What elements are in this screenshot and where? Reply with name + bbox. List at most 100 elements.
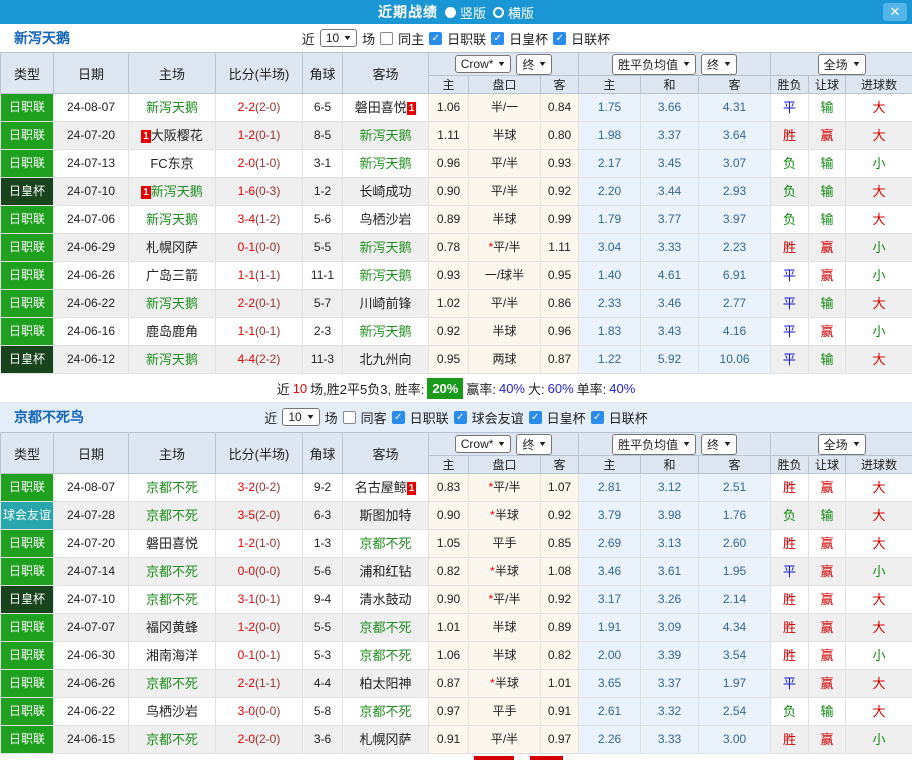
same-venue-checkbox[interactable] xyxy=(380,32,393,45)
avg-home-odds: 2.00 xyxy=(579,642,641,670)
radio-vertical-layout[interactable]: 竖版 xyxy=(445,3,486,22)
away-team: 京都不死 xyxy=(343,614,429,642)
handicap-line-label: 平/半 xyxy=(493,592,520,606)
corners-score: 1-3 xyxy=(303,530,343,558)
home-team-label: 鹿岛鹿角 xyxy=(146,324,198,339)
match-row: 日职联24-06-16鹿岛鹿角1-1(0-1)2-3新泻天鹅0.92半球0.96… xyxy=(1,318,912,346)
score: 3-2(0-2) xyxy=(216,474,303,502)
radio-selected-icon[interactable] xyxy=(445,7,456,18)
crow-home-odds: 1.05 xyxy=(429,530,469,558)
crow-home-odds: 0.78 xyxy=(429,234,469,262)
avg-home-odds: 2.33 xyxy=(579,290,641,318)
avg-away-odds: 2.14 xyxy=(699,586,771,614)
halftime-score: (2-0) xyxy=(255,100,280,114)
league-badge: 日职联 xyxy=(1,698,54,726)
home-team-label: 鸟栖沙岩 xyxy=(146,704,198,719)
league-badge: 日皇杯 xyxy=(1,586,54,614)
result-goals: 小 xyxy=(846,318,912,346)
handicap-line: 半球 xyxy=(469,122,541,150)
crow-away-odds: 0.92 xyxy=(541,586,579,614)
corners-score: 9-2 xyxy=(303,474,343,502)
away-team-label: 斯图加特 xyxy=(359,508,411,523)
away-team-label: 新泻天鹅 xyxy=(359,128,411,143)
crow-home-odds: 0.91 xyxy=(429,726,469,754)
league-checkbox-2[interactable]: ✓ xyxy=(529,411,542,424)
close-icon[interactable]: ✕ xyxy=(883,3,907,21)
result-group-header: 全场▼ xyxy=(771,53,912,76)
col-header-2: 主场 xyxy=(129,53,216,94)
bookmaker-select[interactable]: Crow*▼ xyxy=(455,435,512,453)
home-team-label: 京都不死 xyxy=(146,592,198,607)
bookmaker-select[interactable]: Crow*▼ xyxy=(455,55,512,73)
league-badge: 日皇杯 xyxy=(1,346,54,374)
avg-home-odds: 2.81 xyxy=(579,474,641,502)
result-handicap: 赢 xyxy=(809,318,846,346)
away-team: 新泻天鹅 xyxy=(343,150,429,178)
match-row: 日皇杯24-06-12新泻天鹅4-4(2-2)11-3北九州向0.95两球0.8… xyxy=(1,346,912,374)
avg-draw-odds: 3.37 xyxy=(641,122,699,150)
sub-col-header-8: 进球数 xyxy=(846,456,912,474)
halftime-score: (1-0) xyxy=(255,156,280,170)
radio-vertical-label[interactable]: 竖版 xyxy=(460,3,486,22)
avg-away-odds: 1.97 xyxy=(699,670,771,698)
away-team-label: 名古屋鲸 xyxy=(355,480,407,495)
line-stage-select[interactable]: 终▼ xyxy=(516,54,552,75)
league-checkbox-0[interactable]: ✓ xyxy=(429,32,442,45)
avg-odds-select[interactable]: 胜平负均值▼ xyxy=(612,54,696,75)
fulltime-score: 1-1 xyxy=(238,268,255,282)
radio-horizontal-layout[interactable]: 横版 xyxy=(493,3,534,22)
result-goals: 大 xyxy=(846,346,912,374)
league-badge: 日职联 xyxy=(1,614,54,642)
away-team: 新泻天鹅 xyxy=(343,122,429,150)
handicap-line-label: 半/一 xyxy=(491,100,518,114)
avg-away-odds: 1.95 xyxy=(699,558,771,586)
red-card-badge: 1 xyxy=(141,186,151,199)
avg-stage-select[interactable]: 终▼ xyxy=(701,54,737,75)
radio-unselected-icon[interactable] xyxy=(493,7,504,18)
scope-select[interactable]: 全场▼ xyxy=(818,54,866,75)
home-team: 广岛三箭 xyxy=(129,262,216,290)
avg-home-odds: 1.79 xyxy=(579,206,641,234)
home-team: 鹿岛鹿角 xyxy=(129,318,216,346)
league-checkbox-3[interactable]: ✓ xyxy=(591,411,604,424)
score: 4-4(2-2) xyxy=(216,346,303,374)
scope-select[interactable]: 全场▼ xyxy=(818,434,866,455)
handicap-line-label: 半球 xyxy=(495,508,519,522)
league-checkbox-0[interactable]: ✓ xyxy=(392,411,405,424)
corners-score: 6-5 xyxy=(303,94,343,122)
crow-home-odds: 1.02 xyxy=(429,290,469,318)
crow-away-odds: 0.85 xyxy=(541,530,579,558)
avg-stage-select[interactable]: 终▼ xyxy=(701,434,737,455)
table-header-row: 类型日期主场比分(半场)角球客场Crow*▼终▼胜平负均值▼终▼全场▼ xyxy=(1,433,912,456)
corners-score: 3-6 xyxy=(303,726,343,754)
crow-home-odds: 1.06 xyxy=(429,642,469,670)
avg-draw-odds: 3.46 xyxy=(641,290,699,318)
scope-select-value: 全场 xyxy=(824,436,848,453)
league-badge: 日职联 xyxy=(1,234,54,262)
league-checkbox-label-0: 日职联 xyxy=(410,408,449,427)
avg-away-odds: 6.91 xyxy=(699,262,771,290)
radio-horizontal-label[interactable]: 横版 xyxy=(508,3,534,22)
league-badge: 日职联 xyxy=(1,558,54,586)
avg-odds-select[interactable]: 胜平负均值▼ xyxy=(612,434,696,455)
avg-home-odds: 1.22 xyxy=(579,346,641,374)
match-count-select[interactable]: 10▼ xyxy=(282,408,319,426)
avg-draw-odds: 3.12 xyxy=(641,474,699,502)
halftime-score: (0-1) xyxy=(255,648,280,662)
match-date: 24-08-07 xyxy=(54,474,129,502)
team2-name: 京都不死鸟 xyxy=(14,407,84,427)
match-count-select[interactable]: 10▼ xyxy=(320,29,357,47)
avg-home-odds: 3.17 xyxy=(579,586,641,614)
clipped-red-badge xyxy=(530,756,563,760)
home-team: 鸟栖沙岩 xyxy=(129,698,216,726)
league-checkbox-2[interactable]: ✓ xyxy=(553,32,566,45)
line-stage-select[interactable]: 终▼ xyxy=(516,434,552,455)
result-handicap: 赢 xyxy=(809,614,846,642)
league-checkbox-1[interactable]: ✓ xyxy=(491,32,504,45)
handicap-line-label: 平/半 xyxy=(491,184,518,198)
fulltime-score: 1-2 xyxy=(238,536,255,550)
avg-away-odds: 2.23 xyxy=(699,234,771,262)
league-checkbox-1[interactable]: ✓ xyxy=(454,411,467,424)
chevron-down-icon: ▼ xyxy=(682,441,692,448)
same-venue-checkbox[interactable] xyxy=(343,411,356,424)
